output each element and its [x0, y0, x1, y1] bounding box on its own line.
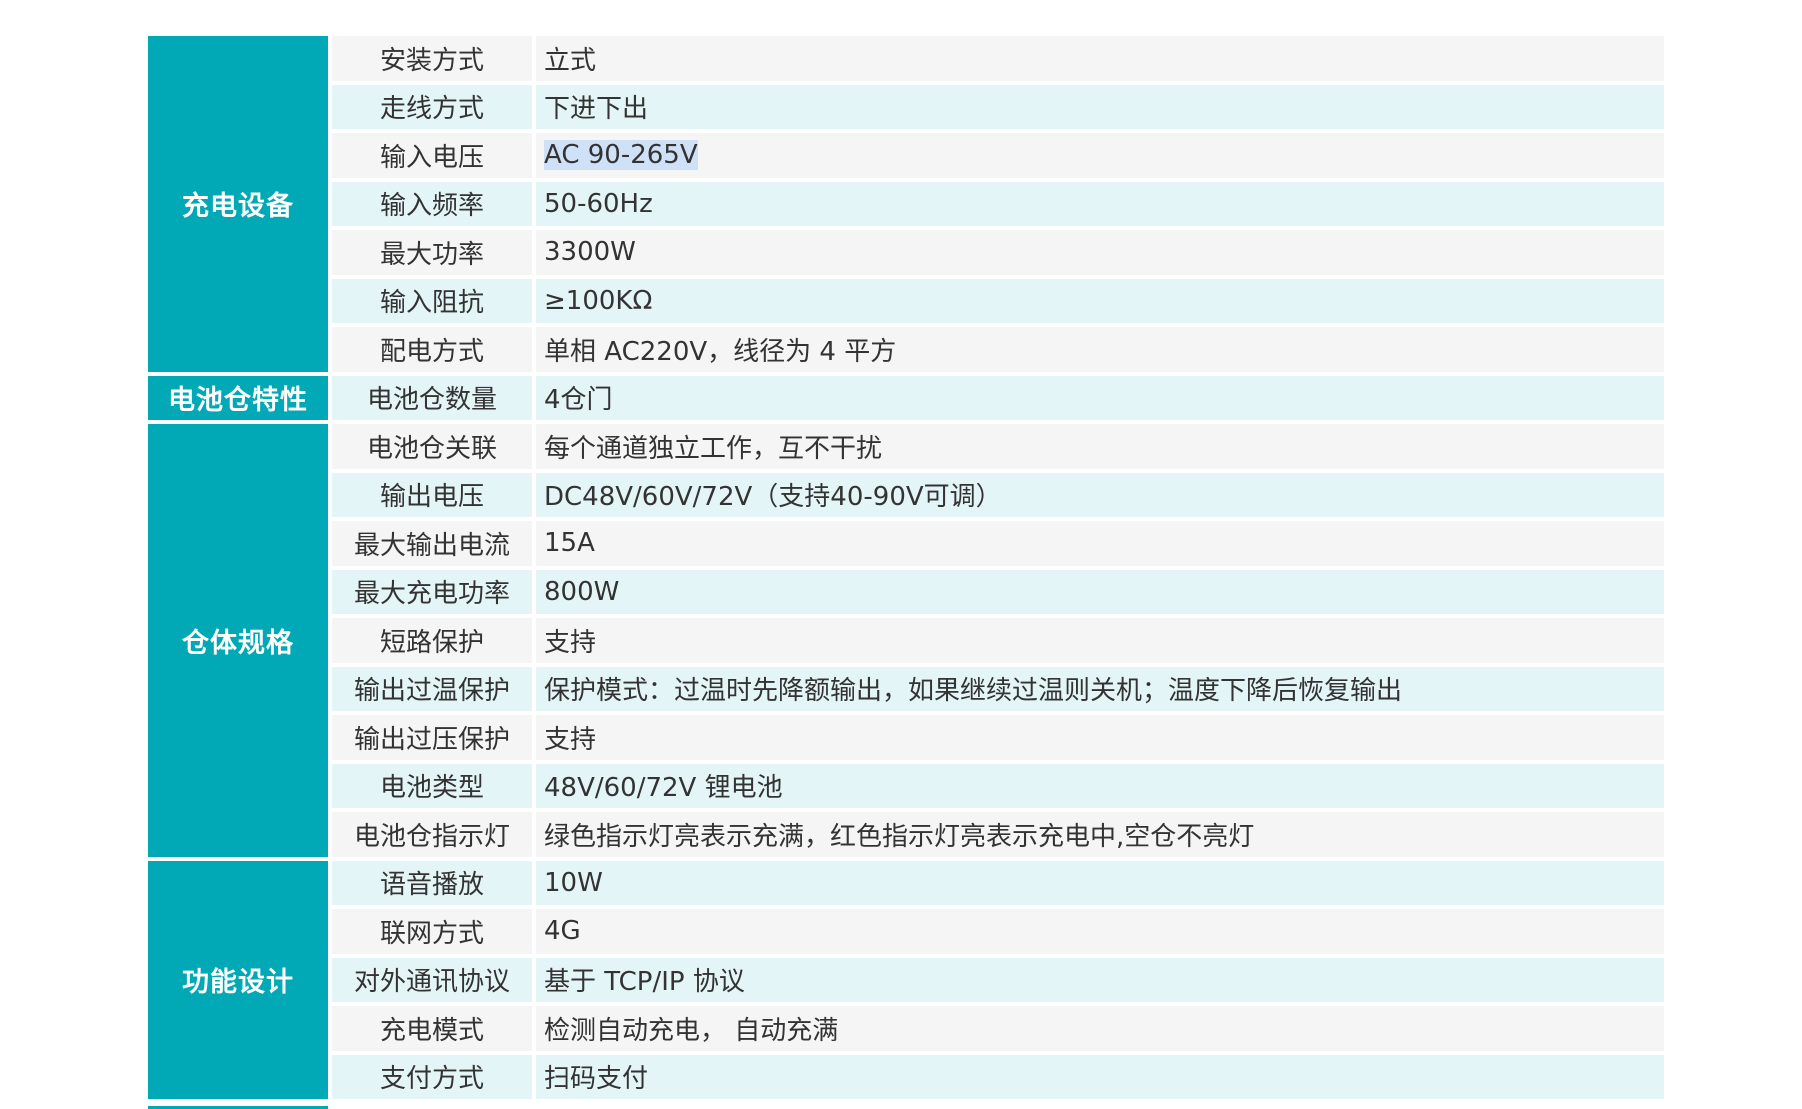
spec-value: ≥100KΩ [536, 278, 1664, 323]
spec-value-text[interactable]: 保护模式：过温时先降额输出，如果继续过温则关机；温度下降后恢复输出 [544, 676, 1402, 706]
spec-value-text[interactable]: 每个通道独立工作，互不干扰 [544, 434, 882, 464]
table-row: 最大输出电流 15A [148, 521, 1664, 566]
spec-label: 对外通讯协议 [332, 957, 532, 1002]
spec-value-text[interactable]: 3300W [544, 237, 636, 267]
spec-value-text[interactable]: 下进下出 [544, 94, 648, 124]
spec-value: 保护模式：过温时先降额输出，如果继续过温则关机；温度下降后恢复输出 [536, 666, 1664, 711]
category-cell: 仓体规格 [148, 424, 328, 857]
spec-value-text[interactable]: 50-60Hz [544, 189, 653, 219]
table-row: 配电方式 单相 AC220V，线径为 4 平方 [148, 327, 1664, 372]
spec-value: 48V/60/72V 锂电池 [536, 763, 1664, 808]
table-row: 电池仓特性 电池仓数量 4仓门 [148, 375, 1664, 420]
table-row: 输入阻抗 ≥100KΩ [148, 278, 1664, 323]
table-row: 最大功率 3300W [148, 230, 1664, 275]
spec-value-text[interactable]: 800W [544, 577, 619, 607]
spec-label: 安装方式 [332, 36, 532, 81]
table-row: 充电设备 安装方式 立式 [148, 36, 1664, 372]
spec-label: 输入电压 [332, 133, 532, 178]
spec-value-text[interactable]: 扫码支付 [544, 1064, 648, 1094]
table-row: 输入电压 AC 90-265V [148, 133, 1664, 178]
spec-value-text[interactable]: 基于 TCP/IP 协议 [544, 967, 745, 997]
spec-label: 支付方式 [332, 1054, 532, 1099]
spec-value: 支持 [536, 715, 1664, 760]
spec-table-body: 充电设备 安装方式 立式 走线方式 下进下出 输入电压 AC 90-265V 输入频率 50-6… [148, 36, 1664, 1099]
spec-value-text[interactable]: 4仓门 [544, 385, 613, 415]
spec-value: DC48V/60V/72V（支持40-90V可调） [536, 472, 1664, 517]
spec-label: 配电方式 [332, 327, 532, 372]
spec-value: 检测自动充电， 自动充满 [536, 1006, 1664, 1051]
spec-value: 扫码支付 [536, 1054, 1664, 1099]
spec-value-text[interactable]: ≥100KΩ [544, 286, 652, 316]
table-row: 充电模式 检测自动充电， 自动充满 [148, 1006, 1664, 1051]
spec-label: 电池仓指示灯 [332, 812, 532, 857]
table-row: 输入频率 50-60Hz [148, 181, 1664, 226]
spec-value-text[interactable]: 绿色指示灯亮表示充满，红色指示灯亮表示充电中,空仓不亮灯 [544, 822, 1254, 852]
table-row: 仓体规格 电池仓关联 每个通道独立工作，互不干扰 [148, 424, 1664, 857]
spec-label: 充电模式 [332, 1006, 532, 1051]
spec-label: 最大输出电流 [332, 521, 532, 566]
spec-value: 15A [536, 521, 1664, 566]
spec-value-text[interactable]: 检测自动充电， 自动充满 [544, 1016, 838, 1046]
table-row: 走线方式 下进下出 [148, 84, 1664, 129]
table-row: 最大充电功率 800W [148, 569, 1664, 614]
spec-label: 输出过温保护 [332, 666, 532, 711]
spec-value-text[interactable]: 立式 [544, 46, 596, 76]
spec-value-text[interactable]: DC48V/60V/72V（支持40-90V可调） [544, 482, 1002, 512]
table-row: 输出电压 DC48V/60V/72V（支持40-90V可调） [148, 472, 1664, 517]
spec-value: 单相 AC220V，线径为 4 平方 [536, 327, 1664, 372]
spec-value-text[interactable]: 支持 [544, 628, 596, 658]
spec-value: 50-60Hz [536, 181, 1664, 226]
spec-value: 3300W [536, 230, 1664, 275]
spec-label: 最大功率 [332, 230, 532, 275]
category-cell: 电池仓特性 [148, 375, 328, 420]
spec-label: 输入频率 [332, 181, 532, 226]
spec-value: 下进下出 [536, 84, 1664, 129]
table-row: 支付方式 扫码支付 [148, 1054, 1664, 1099]
table-row: 电池仓指示灯 绿色指示灯亮表示充满，红色指示灯亮表示充电中,空仓不亮灯 [148, 812, 1664, 857]
spec-value: 800W [536, 569, 1664, 614]
spec-value: 每个通道独立工作，互不干扰 [536, 424, 1664, 469]
table-row: 电池类型 48V/60/72V 锂电池 [148, 763, 1664, 808]
category-cell: 功能设计 [148, 860, 328, 1099]
spec-table: 充电设备 安装方式 立式 走线方式 下进下出 输入电压 AC 90-265V 输入频率 50-6… [148, 32, 1664, 1103]
spec-value: 4仓门 [536, 375, 1664, 420]
spec-label: 输出过压保护 [332, 715, 532, 760]
spec-value-text[interactable]: 支持 [544, 725, 596, 755]
spec-label: 电池仓数量 [332, 375, 532, 420]
spec-value-text[interactable]: 48V/60/72V 锂电池 [544, 773, 783, 803]
spec-value-text[interactable]: 15A [544, 528, 595, 558]
spec-value: 支持 [536, 618, 1664, 663]
spec-label: 输入阻抗 [332, 278, 532, 323]
spec-label: 短路保护 [332, 618, 532, 663]
spec-label: 走线方式 [332, 84, 532, 129]
spec-label: 语音播放 [332, 860, 532, 905]
table-row: 功能设计 语音播放 10W [148, 860, 1664, 1099]
table-row: 对外通讯协议 基于 TCP/IP 协议 [148, 957, 1664, 1002]
spec-label: 电池类型 [332, 763, 532, 808]
spec-value: 绿色指示灯亮表示充满，红色指示灯亮表示充电中,空仓不亮灯 [536, 812, 1664, 857]
spec-value: AC 90-265V [536, 133, 1664, 178]
spec-value: 基于 TCP/IP 协议 [536, 957, 1664, 1002]
selected-text[interactable]: AC 90-265V [544, 140, 698, 171]
spec-value-text[interactable]: 4G [544, 916, 581, 946]
spec-label: 电池仓关联 [332, 424, 532, 469]
category-cell: 充电设备 [148, 36, 328, 372]
spec-value-text[interactable]: 10W [544, 868, 603, 898]
spec-label: 联网方式 [332, 909, 532, 954]
spec-value: 10W [536, 860, 1664, 905]
spec-label: 最大充电功率 [332, 569, 532, 614]
spec-value: 立式 [536, 36, 1664, 81]
spec-label: 输出电压 [332, 472, 532, 517]
spec-value: 4G [536, 909, 1664, 954]
spec-value-text[interactable]: 单相 AC220V，线径为 4 平方 [544, 337, 896, 367]
table-row: 联网方式 4G [148, 909, 1664, 954]
table-row: 输出过压保护 支持 [148, 715, 1664, 760]
table-row: 短路保护 支持 [148, 618, 1664, 663]
table-row: 输出过温保护 保护模式：过温时先降额输出，如果继续过温则关机；温度下降后恢复输出 [148, 666, 1664, 711]
